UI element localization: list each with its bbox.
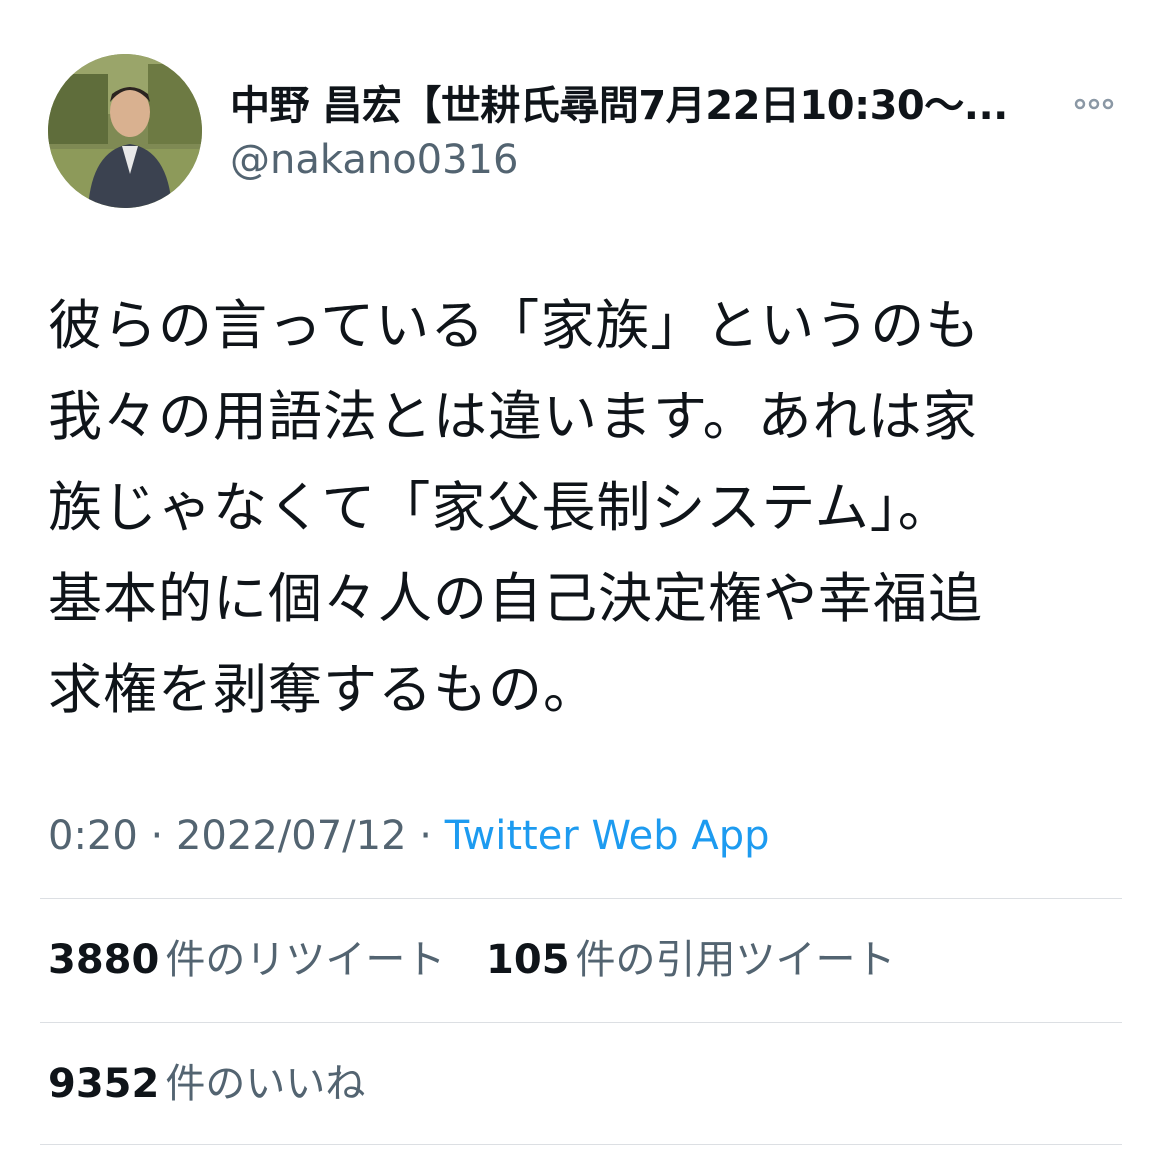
meta-separator: · (150, 813, 164, 859)
divider (40, 898, 1122, 899)
quote-count: 105 (486, 937, 570, 983)
tweet-date[interactable]: 2022/07/12 (176, 813, 407, 859)
likes-row: 9352 件のいいね (48, 1056, 393, 1112)
retweets-stat[interactable]: 3880 件のリツイート (48, 932, 445, 988)
divider (40, 1144, 1122, 1145)
tweet-meta: 0:20 · 2022/07/12 · Twitter Web App (48, 808, 770, 864)
meta-separator: · (419, 813, 432, 859)
tweet-text: 彼らの言っている「家族」というのも 我々の用語法とは違います。あれは家 族じゃな… (48, 294, 983, 721)
like-label: 件のいいね (165, 1061, 366, 1107)
tweet-source-link[interactable]: Twitter Web App (445, 813, 770, 859)
like-count: 9352 (48, 1061, 160, 1107)
retweet-label: 件のリツイート (165, 937, 446, 983)
author-display-name[interactable]: 中野 昌宏【世耕氏尋問7月22日10:30〜... (230, 78, 1060, 134)
engagement-row: 3880 件のリツイート 105 件の引用ツイート (48, 932, 924, 988)
author-handle[interactable]: @nakano0316 (230, 134, 518, 186)
avatar[interactable] (48, 54, 202, 208)
profile-photo (48, 54, 202, 208)
tweet-time[interactable]: 0:20 (48, 813, 138, 859)
quote-label: 件の引用ツイート (575, 937, 896, 983)
likes-stat[interactable]: 9352 件のいいね (48, 1056, 365, 1112)
quotes-stat[interactable]: 105 件の引用ツイート (486, 932, 896, 988)
retweet-count: 3880 (48, 937, 160, 983)
more-horizontal-icon[interactable] (1068, 88, 1120, 120)
divider (40, 1022, 1122, 1023)
